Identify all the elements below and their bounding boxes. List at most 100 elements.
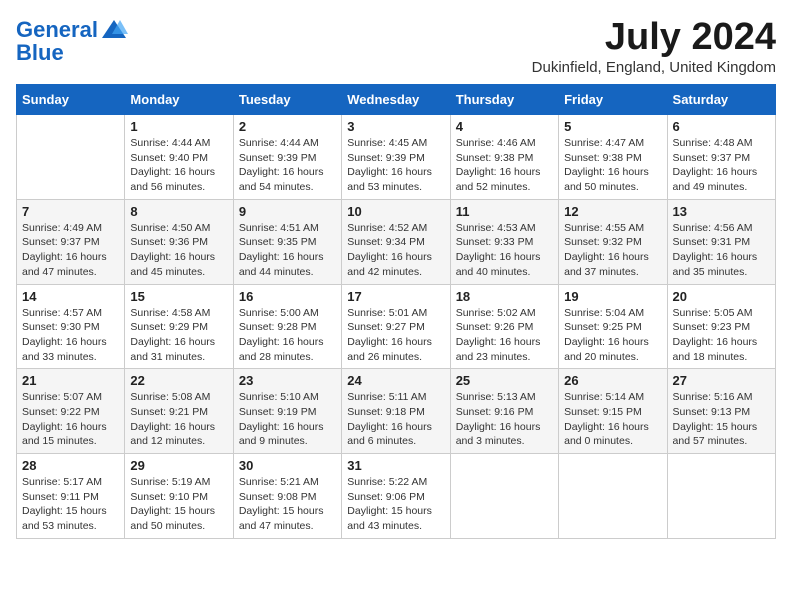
- day-number: 17: [347, 289, 444, 304]
- day-number: 15: [130, 289, 227, 304]
- calendar-cell: [450, 454, 558, 539]
- header-wednesday: Wednesday: [342, 85, 450, 115]
- logo-text: General: [16, 18, 98, 42]
- day-info: Sunrise: 5:19 AMSunset: 9:10 PMDaylight:…: [130, 475, 227, 534]
- day-info: Sunrise: 4:50 AMSunset: 9:36 PMDaylight:…: [130, 221, 227, 280]
- calendar-cell: 15Sunrise: 4:58 AMSunset: 9:29 PMDayligh…: [125, 284, 233, 369]
- header-row: SundayMondayTuesdayWednesdayThursdayFrid…: [17, 85, 776, 115]
- header-monday: Monday: [125, 85, 233, 115]
- calendar-cell: 28Sunrise: 5:17 AMSunset: 9:11 PMDayligh…: [17, 454, 125, 539]
- calendar-cell: 26Sunrise: 5:14 AMSunset: 9:15 PMDayligh…: [559, 369, 667, 454]
- day-info: Sunrise: 5:05 AMSunset: 9:23 PMDaylight:…: [673, 306, 770, 365]
- day-number: 16: [239, 289, 336, 304]
- title-block: July 2024 Dukinfield, England, United Ki…: [532, 16, 776, 76]
- day-number: 21: [22, 373, 119, 388]
- day-info: Sunrise: 4:51 AMSunset: 9:35 PMDaylight:…: [239, 221, 336, 280]
- header-tuesday: Tuesday: [233, 85, 341, 115]
- calendar-cell: [667, 454, 775, 539]
- day-info: Sunrise: 5:13 AMSunset: 9:16 PMDaylight:…: [456, 390, 553, 449]
- day-number: 19: [564, 289, 661, 304]
- header-saturday: Saturday: [667, 85, 775, 115]
- day-info: Sunrise: 5:14 AMSunset: 9:15 PMDaylight:…: [564, 390, 661, 449]
- day-info: Sunrise: 5:02 AMSunset: 9:26 PMDaylight:…: [456, 306, 553, 365]
- day-info: Sunrise: 4:47 AMSunset: 9:38 PMDaylight:…: [564, 136, 661, 195]
- day-info: Sunrise: 4:48 AMSunset: 9:37 PMDaylight:…: [673, 136, 770, 195]
- day-info: Sunrise: 5:01 AMSunset: 9:27 PMDaylight:…: [347, 306, 444, 365]
- day-number: 20: [673, 289, 770, 304]
- week-row-2: 7 Sunrise: 4:49 AMSunset: 9:37 PMDaylight…: [17, 199, 776, 284]
- calendar-cell: 13Sunrise: 4:56 AMSunset: 9:31 PMDayligh…: [667, 199, 775, 284]
- calendar-cell: [17, 115, 125, 200]
- day-info: Sunrise: 5:11 AMSunset: 9:18 PMDaylight:…: [347, 390, 444, 449]
- day-info: Sunrise: 5:10 AMSunset: 9:19 PMDaylight:…: [239, 390, 336, 449]
- day-number: 27: [673, 373, 770, 388]
- day-info: Sunrise: 4:52 AMSunset: 9:34 PMDaylight:…: [347, 221, 444, 280]
- calendar-cell: 22 Sunrise: 5:08 AMSunset: 9:21 PMDayligh…: [125, 369, 233, 454]
- calendar-cell: 31 Sunrise: 5:22 AMSunset: 9:06 PMDayligh…: [342, 454, 450, 539]
- day-number: 5: [564, 119, 661, 134]
- day-info: Sunrise: 4:53 AMSunset: 9:33 PMDaylight:…: [456, 221, 553, 280]
- day-number: 14: [22, 289, 119, 304]
- day-number: 25: [456, 373, 553, 388]
- calendar-cell: 27 Sunrise: 5:16 AMSunset: 9:13 PMDayligh…: [667, 369, 775, 454]
- calendar-cell: 19 Sunrise: 5:04 AMSunset: 9:25 PMDayligh…: [559, 284, 667, 369]
- calendar-cell: 20 Sunrise: 5:05 AMSunset: 9:23 PMDayligh…: [667, 284, 775, 369]
- calendar-table: SundayMondayTuesdayWednesdayThursdayFrid…: [16, 84, 776, 539]
- calendar-cell: 9 Sunrise: 4:51 AMSunset: 9:35 PMDaylight…: [233, 199, 341, 284]
- calendar-cell: 29 Sunrise: 5:19 AMSunset: 9:10 PMDayligh…: [125, 454, 233, 539]
- day-number: 7: [22, 204, 119, 219]
- calendar-cell: 3Sunrise: 4:45 AMSunset: 9:39 PMDaylight…: [342, 115, 450, 200]
- day-number: 24: [347, 373, 444, 388]
- calendar-cell: 16 Sunrise: 5:00 AMSunset: 9:28 PMDayligh…: [233, 284, 341, 369]
- day-info: Sunrise: 5:08 AMSunset: 9:21 PMDaylight:…: [130, 390, 227, 449]
- main-title: July 2024: [532, 16, 776, 59]
- calendar-cell: 24 Sunrise: 5:11 AMSunset: 9:18 PMDayligh…: [342, 369, 450, 454]
- calendar-cell: 14 Sunrise: 4:57 AMSunset: 9:30 PMDayligh…: [17, 284, 125, 369]
- day-info: Sunrise: 4:46 AMSunset: 9:38 PMDaylight:…: [456, 136, 553, 195]
- day-number: 11: [456, 204, 553, 219]
- day-info: Sunrise: 4:57 AMSunset: 9:30 PMDaylight:…: [22, 306, 119, 365]
- day-number: 28: [22, 458, 119, 473]
- calendar-cell: 18 Sunrise: 5:02 AMSunset: 9:26 PMDayligh…: [450, 284, 558, 369]
- calendar-cell: 21 Sunrise: 5:07 AMSunset: 9:22 PMDayligh…: [17, 369, 125, 454]
- header-thursday: Thursday: [450, 85, 558, 115]
- week-row-5: 28Sunrise: 5:17 AMSunset: 9:11 PMDayligh…: [17, 454, 776, 539]
- day-info: Sunrise: 4:49 AMSunset: 9:37 PMDaylight:…: [22, 221, 119, 280]
- day-number: 10: [347, 204, 444, 219]
- day-info: Sunrise: 5:16 AMSunset: 9:13 PMDaylight:…: [673, 390, 770, 449]
- calendar-cell: 11 Sunrise: 4:53 AMSunset: 9:33 PMDayligh…: [450, 199, 558, 284]
- day-number: 30: [239, 458, 336, 473]
- calendar-cell: 6 Sunrise: 4:48 AMSunset: 9:37 PMDaylight…: [667, 115, 775, 200]
- calendar-cell: 25 Sunrise: 5:13 AMSunset: 9:16 PMDayligh…: [450, 369, 558, 454]
- day-info: Sunrise: 4:56 AMSunset: 9:31 PMDaylight:…: [673, 221, 770, 280]
- day-number: 2: [239, 119, 336, 134]
- day-number: 29: [130, 458, 227, 473]
- subtitle: Dukinfield, England, United Kingdom: [532, 59, 776, 76]
- day-info: Sunrise: 5:07 AMSunset: 9:22 PMDaylight:…: [22, 390, 119, 449]
- day-number: 9: [239, 204, 336, 219]
- logo: General Blue: [16, 16, 128, 66]
- day-number: 31: [347, 458, 444, 473]
- calendar-cell: 5 Sunrise: 4:47 AMSunset: 9:38 PMDaylight…: [559, 115, 667, 200]
- calendar-cell: 10 Sunrise: 4:52 AMSunset: 9:34 PMDayligh…: [342, 199, 450, 284]
- day-number: 18: [456, 289, 553, 304]
- day-number: 12: [564, 204, 661, 219]
- day-info: Sunrise: 4:44 AMSunset: 9:40 PMDaylight:…: [130, 136, 227, 195]
- day-number: 8: [130, 204, 227, 219]
- week-row-3: 14 Sunrise: 4:57 AMSunset: 9:30 PMDayligh…: [17, 284, 776, 369]
- day-number: 22: [130, 373, 227, 388]
- day-info: Sunrise: 5:00 AMSunset: 9:28 PMDaylight:…: [239, 306, 336, 365]
- day-info: Sunrise: 5:21 AMSunset: 9:08 PMDaylight:…: [239, 475, 336, 534]
- day-info: Sunrise: 4:55 AMSunset: 9:32 PMDaylight:…: [564, 221, 661, 280]
- day-info: Sunrise: 5:04 AMSunset: 9:25 PMDaylight:…: [564, 306, 661, 365]
- calendar-cell: 30 Sunrise: 5:21 AMSunset: 9:08 PMDayligh…: [233, 454, 341, 539]
- calendar-cell: 7 Sunrise: 4:49 AMSunset: 9:37 PMDaylight…: [17, 199, 125, 284]
- day-number: 23: [239, 373, 336, 388]
- header: General Blue July 2024 Dukinfield, Engla…: [16, 16, 776, 76]
- logo-icon: [100, 16, 128, 44]
- day-number: 6: [673, 119, 770, 134]
- day-number: 1: [130, 119, 227, 134]
- day-info: Sunrise: 4:45 AMSunset: 9:39 PMDaylight:…: [347, 136, 444, 195]
- calendar-cell: 12 Sunrise: 4:55 AMSunset: 9:32 PMDayligh…: [559, 199, 667, 284]
- day-info: Sunrise: 5:22 AMSunset: 9:06 PMDaylight:…: [347, 475, 444, 534]
